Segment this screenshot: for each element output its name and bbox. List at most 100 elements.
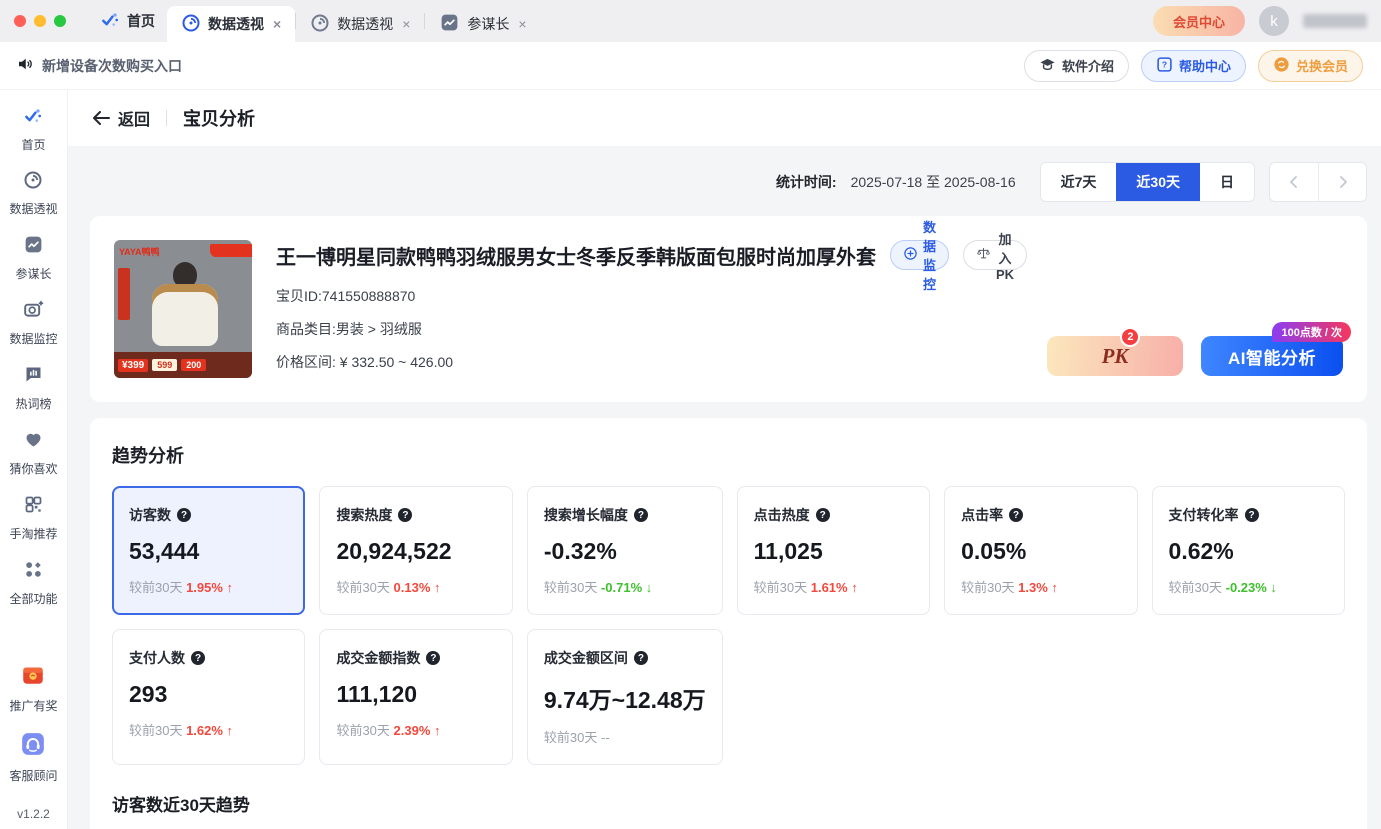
notice-button-软件介绍[interactable]: 软件介绍 [1024,50,1129,82]
stats-time-row: 统计时间: 2025-07-18 至 2025-08-16 近7天近30天日 [90,162,1367,202]
sidebar-main-items: 首页 数据透视 参谋长 数据监控 热词榜 猜你喜欢 手淘推荐 全部功能 [9,106,57,624]
next-period-button[interactable] [1318,163,1366,201]
metric-card-点击热度[interactable]: 点击热度 ? 11,025 较前30天 1.61% ↑ [737,486,930,615]
chief-icon [439,12,460,36]
coin-icon [1273,56,1290,76]
metric-card-点击率[interactable]: 点击率 ? 0.05% 较前30天 1.3% ↑ [944,486,1137,615]
close-window-button[interactable] [14,15,26,27]
sidebar-item-手淘推荐[interactable]: 手淘推荐 [9,494,57,542]
sidebar-item-label: 数据监控 [9,330,57,347]
metric-change-value: 0.13% ↑ [394,580,441,595]
join-pk-label: 加入PK [996,229,1014,282]
home-button[interactable]: 首页 [88,10,167,33]
notice-button-兑换会员[interactable]: 兑换会员 [1258,50,1363,82]
svg-text:?: ? [1162,59,1167,69]
sidebar-bottom-items: 推广有奖 客服顾问 [9,661,57,801]
trend-analysis-card: 趋势分析 访客数 ? 53,444 较前30天 1.95% ↑ 搜索热度 ? 2… [90,418,1367,829]
notice-button-label: 帮助中心 [1179,56,1231,75]
tab-参谋长-2[interactable]: 参谋长 × [425,6,540,42]
chevron-right-icon [1337,176,1349,188]
metric-value: 293 [129,681,288,708]
help-box-icon: ? [1156,56,1173,76]
metric-change-value: 1.62% ↑ [186,723,233,738]
tab-数据透视-0[interactable]: 数据透视 × [167,6,295,42]
sidebar-item-热词榜[interactable]: 热词榜 [9,364,57,412]
help-circle-icon[interactable]: ? [1245,508,1259,522]
range-option-近30天[interactable]: 近30天 [1116,163,1200,201]
metric-name: 搜索热度 [336,505,392,525]
notice-button-帮助中心[interactable]: ? 帮助中心 [1141,50,1246,82]
data-monitor-button[interactable]: 数据监控 [890,240,949,270]
metric-card-成交金额指数[interactable]: 成交金额指数 ? 111,120 较前30天 2.39% ↑ [319,629,512,765]
product-info: 王一博明星同款鸭鸭羽绒服男女士冬季反季韩版面包服时尚加厚外套 数据监控 加入PK… [276,240,1023,378]
tab-label: 数据透视 [208,14,264,34]
thumb-price-strip: ¥399 599 200 [114,352,252,378]
metric-value: 0.62% [1169,538,1328,565]
trend-title: 趋势分析 [112,442,1345,468]
sidebar-item-数据透视[interactable]: 数据透视 [9,170,57,217]
help-circle-icon[interactable]: ? [426,651,440,665]
help-circle-icon[interactable]: ? [634,651,648,665]
help-circle-icon[interactable]: ? [816,508,830,522]
range-option-近7天[interactable]: 近7天 [1041,163,1117,201]
gift-icon [20,661,46,692]
sidebar-item-参谋长[interactable]: 参谋长 [9,234,57,282]
sidebar-item-猜你喜欢[interactable]: 猜你喜欢 [9,429,57,477]
product-id-line: 宝贝ID:741550888870 [276,286,1023,306]
heart-icon [23,429,44,455]
content-scroll[interactable]: 统计时间: 2025-07-18 至 2025-08-16 近7天近30天日 [68,146,1381,829]
avatar[interactable]: k [1259,6,1289,36]
metric-card-成交金额区间[interactable]: 成交金额区间 ? 9.74万~12.48万 较前30天 -- [527,629,723,765]
metric-card-支付人数[interactable]: 支付人数 ? 293 较前30天 1.62% ↑ [112,629,305,765]
ai-analysis-button[interactable]: AI智能分析 [1201,336,1343,376]
minimize-window-button[interactable] [34,15,46,27]
sidebar-item-数据监控[interactable]: 数据监控 [9,299,57,347]
metric-card-访客数[interactable]: 访客数 ? 53,444 较前30天 1.95% ↑ [112,486,305,615]
close-tab-icon[interactable]: × [402,16,410,32]
help-circle-icon[interactable]: ? [191,651,205,665]
member-center-button[interactable]: 会员中心 [1153,6,1245,36]
date-pager [1269,162,1367,202]
titlebar: 首页 数据透视 × 数据透视 × 参谋长 × 会员中心 k [0,0,1381,42]
metric-change-value: -0.23% ↓ [1226,580,1277,595]
stat-time-label: 统计时间: [776,172,837,192]
bubble-bars-icon [23,364,44,390]
metric-change-value: 1.3% ↑ [1018,580,1058,595]
apps-grid-icon [23,559,44,585]
sidebar-item-label: 数据透视 [9,200,57,217]
notice-message[interactable]: 新增设备次数购买入口 [16,55,182,76]
join-pk-button[interactable]: 加入PK [963,240,1027,270]
metric-change-row: 较前30天 -0.71% ↓ [544,577,706,596]
tab-label: 数据透视 [337,14,393,34]
metric-change-value: 1.95% ↑ [186,580,233,595]
metric-card-搜索增长幅度[interactable]: 搜索增长幅度 ? -0.32% 较前30天 -0.71% ↓ [527,486,723,615]
notice-button-label: 兑换会员 [1296,56,1348,75]
sidebar-item-label: 参谋长 [15,265,51,282]
close-tab-icon[interactable]: × [273,16,281,32]
tab-label: 参谋长 [467,14,509,34]
help-circle-icon[interactable]: ? [398,508,412,522]
metric-change-row: 较前30天 1.62% ↑ [129,720,288,739]
help-circle-icon[interactable]: ? [634,508,648,522]
compare-label: 较前30天 [754,580,811,595]
tab-数据透视-1[interactable]: 数据透视 × [296,6,424,42]
product-price-line: 价格区间: ¥ 332.50 ~ 426.00 [276,352,1023,372]
product-image[interactable]: YAYA鸭鸭 ¥399 599 200 [114,240,252,378]
camera-plus-icon [23,299,44,325]
metric-name: 搜索增长幅度 [544,505,628,525]
sidebar-item-推广有奖[interactable]: 推广有奖 [9,661,57,714]
close-tab-icon[interactable]: × [518,16,526,32]
metric-card-搜索热度[interactable]: 搜索热度 ? 20,924,522 较前30天 0.13% ↑ [319,486,512,615]
metric-card-支付转化率[interactable]: 支付转化率 ? 0.62% 较前30天 -0.23% ↓ [1152,486,1345,615]
zoom-window-button[interactable] [54,15,66,27]
pk-button[interactable]: PK [1047,336,1183,376]
sidebar-item-首页[interactable]: 首页 [9,106,57,153]
prev-period-button[interactable] [1270,163,1318,201]
range-option-日[interactable]: 日 [1200,163,1254,201]
back-button[interactable]: 返回 [92,106,150,130]
help-circle-icon[interactable]: ? [1009,508,1023,522]
gauge-icon [23,170,43,195]
sidebar-item-客服顾问[interactable]: 客服顾问 [9,731,57,784]
help-circle-icon[interactable]: ? [177,508,191,522]
sidebar-item-全部功能[interactable]: 全部功能 [9,559,57,607]
